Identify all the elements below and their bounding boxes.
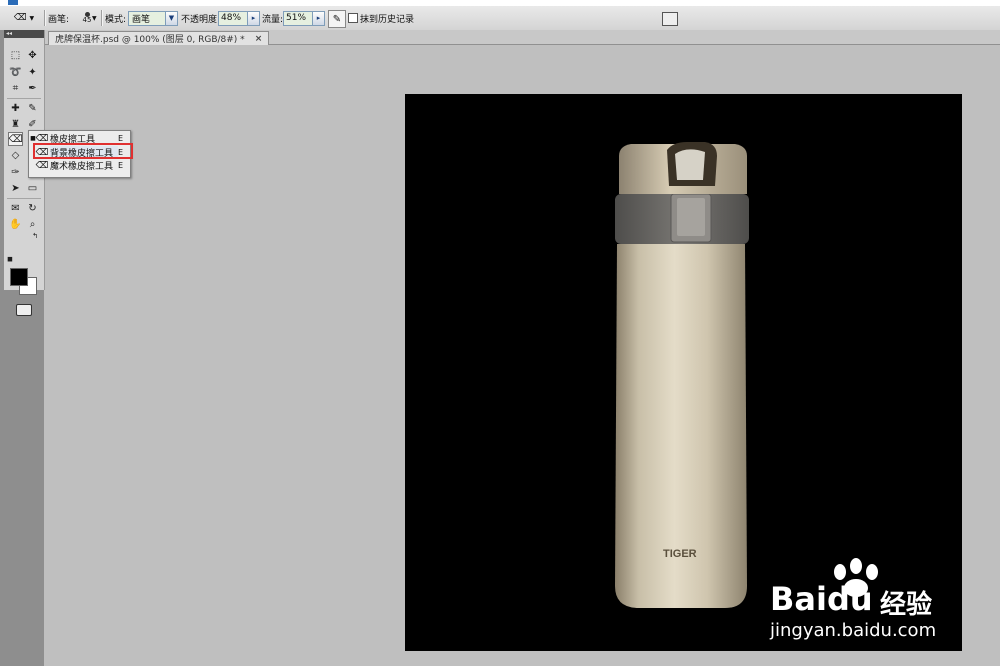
document-title: 虎牌保温杯.psd @ 100% (图层 0, RGB/8#) * [55, 35, 245, 45]
divider [7, 198, 41, 199]
opacity-label: 不透明度: [181, 14, 221, 25]
slider-arrow-icon[interactable]: ▸ [247, 11, 259, 25]
flyout-item-label: 魔术橡皮擦工具 [50, 162, 114, 172]
chevron-down-icon: ▼ [165, 11, 177, 25]
watermark-url: jingyan.baidu.com [770, 620, 937, 641]
palette-well-icon[interactable] [662, 12, 678, 26]
magic-eraser-icon: ⌫ [35, 160, 49, 171]
pen-tool-icon[interactable]: ✑ [8, 165, 23, 179]
marquee-tool-icon[interactable]: ⬚ [8, 48, 23, 62]
highlight-annotation-box [33, 143, 133, 159]
zoom-tool-icon[interactable]: ⌕ [25, 217, 40, 231]
clone-stamp-icon[interactable]: ♜ [8, 117, 23, 131]
divider [101, 10, 103, 26]
mode-value: 画笔 [132, 14, 151, 25]
3d-rotate-icon[interactable]: ↻ [25, 201, 40, 215]
collapse-arrows-icon[interactable]: ◂◂ [4, 30, 44, 38]
history-brush-icon[interactable]: ✐ [25, 117, 40, 131]
flow-value: 51% [286, 13, 307, 23]
mode-label: 模式: [105, 14, 127, 25]
tools-panel: ◂◂ ⬚ ✥ ➰ ✦ ⌗ ✒ ✚ ✎ ♜ ✐ ⌫ ◇ ✑ ➤ ▭ ✉ ↻ ✋ ⌕… [0, 30, 45, 666]
flyout-shortcut: E [118, 134, 124, 143]
slider-arrow-icon[interactable]: ▸ [312, 11, 324, 25]
notes-tool-icon[interactable]: ✉ [8, 201, 23, 215]
eraser-icon: ⌫ [13, 13, 27, 23]
brush-tool-icon[interactable]: ✎ [25, 101, 40, 115]
flow-label: 流量: [262, 14, 284, 25]
mode-select[interactable]: 画笔 ▼ [128, 6, 178, 30]
flyout-item-magic-eraser[interactable]: ⌫ 魔术橡皮擦工具 E [29, 159, 130, 173]
watermark-brand: Baidu [770, 580, 873, 618]
chevron-down-icon: ▼ [29, 14, 35, 22]
flow-field[interactable]: 51% ▸ [283, 6, 325, 30]
document-tab-bar: 虎牌保温杯.psd @ 100% (图层 0, RGB/8#) * × [44, 30, 1000, 45]
brush-size: 45 [82, 16, 92, 24]
magic-wand-icon[interactable]: ✦ [25, 65, 40, 79]
eraser-icon: ⌫ [35, 133, 49, 144]
eraser-tool-icon[interactable]: ⌫ [8, 132, 23, 146]
path-select-icon[interactable]: ➤ [8, 181, 23, 195]
opacity-field[interactable]: 48% ▸ [218, 6, 260, 30]
baidu-jingyan-watermark: Baidu 经验 jingyan.baidu.com [770, 558, 970, 648]
watermark-brand-tail: du [826, 580, 873, 618]
swap-colors-icon[interactable]: ↰ [30, 232, 40, 240]
watermark-chinese: 经验 [880, 590, 933, 620]
move-tool-icon[interactable]: ✥ [25, 48, 40, 62]
opacity-value: 48% [221, 13, 242, 23]
app-logo [8, 0, 18, 5]
eyedropper-icon[interactable]: ✒ [25, 81, 40, 95]
quick-mask-icon[interactable] [16, 304, 32, 316]
divider [44, 10, 46, 26]
watermark-brand-head: Bai [770, 580, 827, 618]
erase-history-label: 抹到历史记录 [360, 14, 415, 25]
healing-brush-icon[interactable]: ✚ [8, 101, 23, 115]
brush-picker[interactable]: 45 [72, 6, 102, 30]
default-colors-icon[interactable]: ◼ [6, 255, 14, 263]
blur-tool-icon[interactable]: ◇ [8, 148, 23, 162]
hand-tool-icon[interactable]: ✋ [8, 217, 23, 231]
shape-tool-icon[interactable]: ▭ [25, 181, 40, 195]
erase-history-option[interactable]: 抹到历史记录 [348, 6, 414, 30]
close-icon[interactable]: × [255, 34, 263, 44]
erase-history-checkbox[interactable] [348, 13, 358, 23]
bottle-brand-text: TIGER [663, 548, 697, 560]
brush-dropdown-icon[interactable]: ▼ [92, 6, 97, 30]
divider [7, 98, 41, 99]
brush-label: 画笔: [48, 14, 70, 25]
airbrush-icon[interactable]: ✎ [328, 10, 346, 28]
foreground-color-swatch[interactable] [10, 268, 28, 286]
options-bar: ⌫ ▼ 画笔: 45 ▼ 模式: 画笔 ▼ 不透明度: 48% ▸ 流量: 51… [0, 6, 1000, 31]
lasso-tool-icon[interactable]: ➰ [8, 65, 23, 79]
tool-preset-picker[interactable]: ⌫ ▼ [6, 6, 42, 30]
crop-tool-icon[interactable]: ⌗ [8, 81, 23, 95]
flyout-shortcut: E [118, 161, 124, 170]
document-tab[interactable]: 虎牌保温杯.psd @ 100% (图层 0, RGB/8#) * × [48, 31, 270, 45]
